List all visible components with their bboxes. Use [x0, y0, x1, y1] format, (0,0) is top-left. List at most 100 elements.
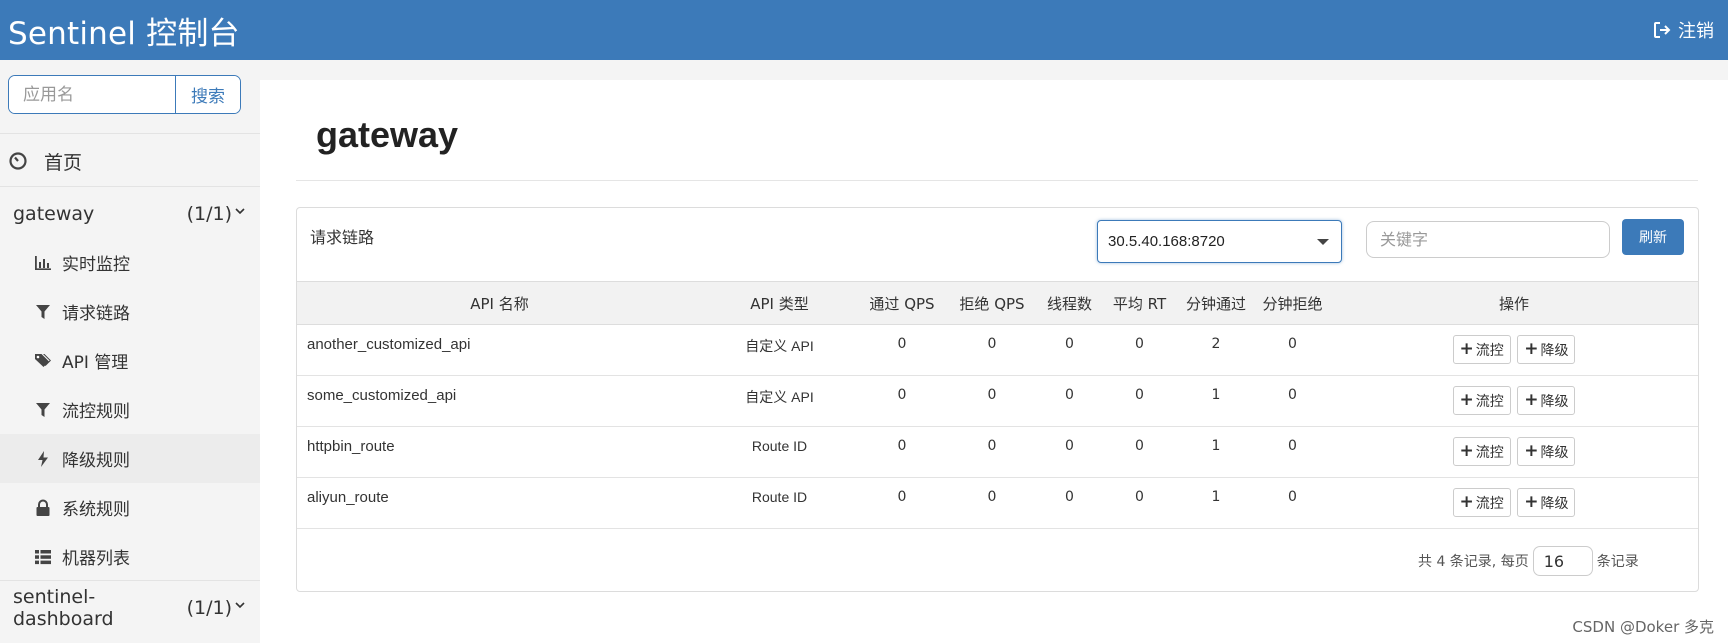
min-pass-cell: 1 [1177, 426, 1255, 478]
col-header[interactable]: 平均 RT [1102, 281, 1177, 325]
api-type-cell: Route ID [702, 477, 857, 529]
threads-cell: 0 [1037, 477, 1102, 529]
min-block-cell: 0 [1255, 426, 1330, 478]
keyword-input[interactable] [1366, 221, 1610, 258]
add-degrade-rule-button[interactable]: + 降级 [1517, 437, 1576, 466]
pager-suffix: 条记录 [1596, 554, 1639, 570]
col-header[interactable]: 通过 QPS [857, 281, 947, 325]
api-name-cell: aliyun_route [297, 477, 702, 529]
app-count-text: (1/1) [186, 597, 232, 619]
plus-icon: + [1524, 492, 1539, 512]
lock-icon [36, 499, 50, 516]
plus-icon: + [1524, 441, 1539, 461]
sidebar-item-label: 降级规则 [62, 451, 130, 471]
plus-icon: + [1524, 390, 1539, 410]
col-header[interactable]: API 类型 [702, 281, 857, 325]
col-header[interactable]: 线程数 [1037, 281, 1102, 325]
col-header[interactable]: API 名称 [297, 281, 702, 325]
add-flow-rule-button[interactable]: + 流控 [1452, 437, 1511, 466]
sidebar-app-sentinel-dashboard[interactable]: sentinel-dashboard (1/1) [0, 582, 260, 634]
block-qps-cell: 0 [947, 477, 1037, 529]
sidebar-item-realtime-monitor[interactable]: 实时监控 [0, 238, 260, 287]
app-count: (1/1) [187, 597, 246, 619]
panel-title: 请求链路 [310, 228, 375, 247]
pass-qps-cell: 0 [857, 324, 947, 376]
divider [0, 186, 260, 187]
filter-icon [36, 402, 50, 417]
sidebar-item-system-rules[interactable]: 系统规则 [0, 483, 260, 532]
flash-icon [38, 450, 48, 467]
sidebar-item-request-chain[interactable]: 请求链路 [0, 287, 260, 336]
avg-rt-cell: 0 [1102, 324, 1177, 376]
button-label: 降级 [1540, 495, 1569, 512]
logout-link[interactable]: 注销 [1652, 17, 1714, 43]
threads-cell: 0 [1037, 426, 1102, 478]
machine-select[interactable]: 30.5.40.168:8720 [1097, 220, 1342, 263]
divider [296, 180, 1698, 181]
watermark: CSDN @Doker 多克 [1572, 618, 1714, 636]
plus-icon: + [1459, 492, 1474, 512]
table-row: another_customized_api 自定义 API 0 0 0 0 2… [297, 324, 1698, 376]
sidebar-app-gateway[interactable]: gateway (1/1) [0, 188, 260, 240]
sidebar-item-label: 请求链路 [62, 304, 130, 324]
brand-title[interactable]: Sentinel 控制台 [8, 8, 240, 53]
add-flow-rule-button[interactable]: + 流控 [1452, 335, 1511, 364]
refresh-button[interactable]: 刷新 [1622, 219, 1684, 255]
add-flow-rule-button[interactable]: + 流控 [1452, 488, 1511, 517]
min-block-cell: 0 [1255, 324, 1330, 376]
add-degrade-rule-button[interactable]: + 降级 [1517, 335, 1576, 364]
button-label: 降级 [1540, 444, 1569, 461]
pass-qps-cell: 0 [857, 477, 947, 529]
api-name-cell: another_customized_api [297, 324, 702, 376]
avg-rt-cell: 0 [1102, 426, 1177, 478]
table-row: httpbin_route Route ID 0 0 0 0 1 0 + 流控 +… [297, 426, 1698, 478]
sidebar-item-degrade-rules[interactable]: 降级规则 [0, 434, 260, 483]
add-flow-rule-button[interactable]: + 流控 [1452, 386, 1511, 415]
col-header[interactable]: 拒绝 QPS [947, 281, 1037, 325]
ops-cell: + 流控 + 降级 [1330, 375, 1698, 427]
app-search-button[interactable]: 搜索 [175, 76, 240, 113]
block-qps-cell: 0 [947, 375, 1037, 427]
sign-out-icon [1654, 22, 1671, 38]
threads-cell: 0 [1037, 375, 1102, 427]
button-label: 流控 [1475, 495, 1504, 512]
chevron-down-icon [235, 602, 245, 609]
pass-qps-cell: 0 [857, 375, 947, 427]
sidebar-item-home[interactable]: 首页 [0, 136, 260, 186]
top-navbar: Sentinel 控制台 注销 [0, 0, 1728, 60]
api-table: API 名称 API 类型 通过 QPS 拒绝 QPS 线程数 平均 RT 分钟… [297, 281, 1698, 529]
caret-down-icon [1317, 238, 1329, 245]
threads-cell: 0 [1037, 324, 1102, 376]
app-count-text: (1/1) [186, 203, 232, 225]
home-label: 首页 [44, 151, 83, 174]
pass-qps-cell: 0 [857, 426, 947, 478]
plus-icon: + [1459, 441, 1474, 461]
min-pass-cell: 2 [1177, 324, 1255, 376]
chevron-down-icon [235, 208, 245, 215]
add-degrade-rule-button[interactable]: + 降级 [1517, 488, 1576, 517]
page-size-input[interactable] [1532, 546, 1593, 576]
api-type-cell: Route ID [702, 426, 857, 478]
button-label: 流控 [1475, 393, 1504, 410]
main-content: gateway 请求链路 30.5.40.168:8720 刷新 API 名称 … [260, 80, 1728, 643]
app-search-input[interactable] [9, 76, 175, 113]
ops-cell: + 流控 + 降级 [1330, 426, 1698, 478]
tags-icon [35, 353, 51, 367]
api-name-cell: httpbin_route [297, 426, 702, 478]
filter-icon [36, 304, 50, 319]
min-block-cell: 0 [1255, 375, 1330, 427]
app-name: gateway [13, 203, 95, 225]
sidebar-item-label: 机器列表 [62, 549, 130, 569]
add-degrade-rule-button[interactable]: + 降级 [1517, 386, 1576, 415]
col-header[interactable]: 分钟拒绝 [1255, 281, 1330, 325]
table-row: aliyun_route Route ID 0 0 0 0 1 0 + 流控 + 降… [297, 477, 1698, 529]
sidebar-item-machine-list[interactable]: 机器列表 [0, 532, 260, 581]
sidebar-item-flow-rules[interactable]: 流控规则 [0, 385, 260, 434]
app-search-group: 搜索 [8, 75, 241, 114]
sidebar-item-api-management[interactable]: API 管理 [0, 336, 260, 385]
block-qps-cell: 0 [947, 426, 1037, 478]
col-header[interactable]: 分钟通过 [1177, 281, 1255, 325]
table-row: some_customized_api 自定义 API 0 0 0 0 1 0 … [297, 375, 1698, 427]
request-chain-panel: 请求链路 30.5.40.168:8720 刷新 API 名称 API 类型 通… [296, 207, 1699, 592]
machine-select-value: 30.5.40.168:8720 [1108, 233, 1225, 250]
